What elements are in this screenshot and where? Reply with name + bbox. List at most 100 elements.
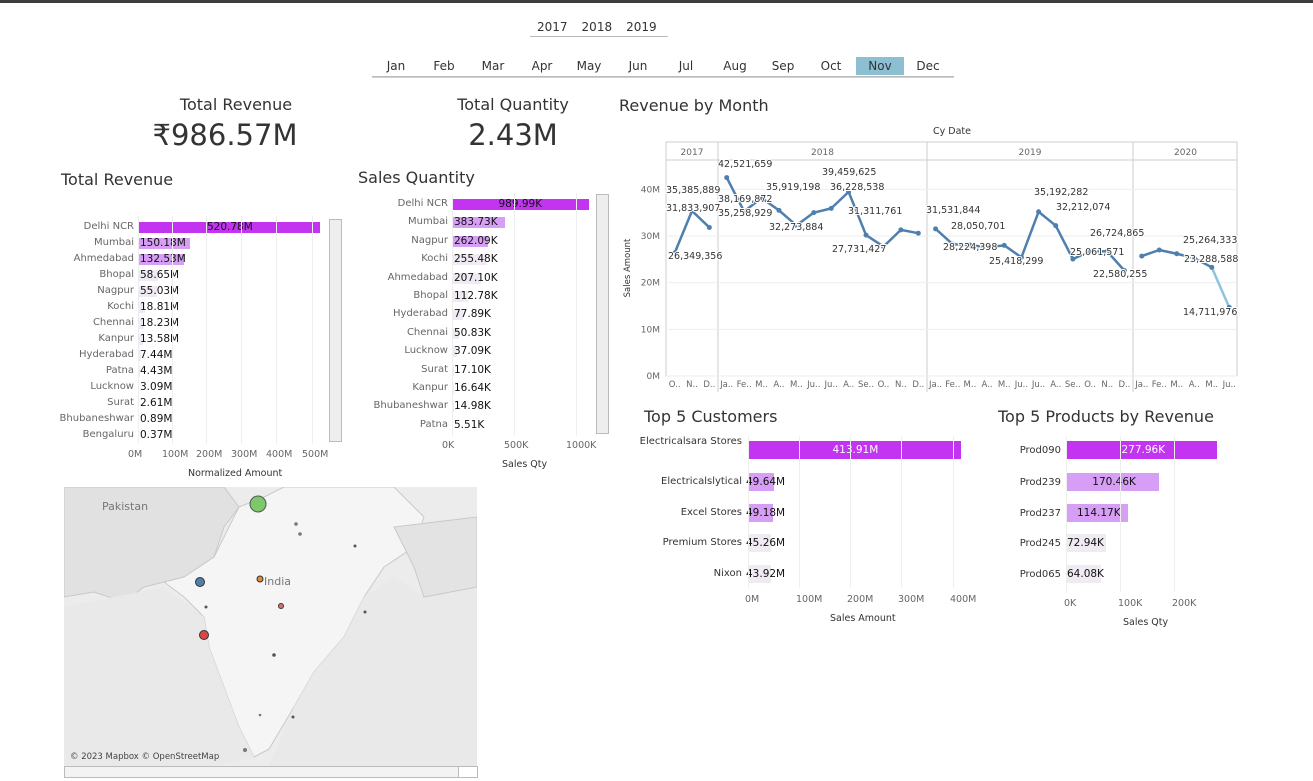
month-tick-label: Ju.. bbox=[1031, 380, 1045, 390]
month-tick-label: Fe.. bbox=[945, 380, 960, 390]
month-tick-label: N.. bbox=[686, 380, 698, 390]
year-filter[interactable]: 2017 2018 2019 bbox=[530, 19, 668, 37]
gridline bbox=[206, 216, 207, 444]
month-option[interactable]: Nov bbox=[856, 57, 904, 75]
gridline bbox=[576, 193, 577, 437]
month-option[interactable]: Sep bbox=[759, 57, 807, 75]
data-value-label: 28,050,701 bbox=[951, 221, 1005, 232]
data-value-label: 35,385,889 bbox=[666, 185, 720, 196]
axis-tick-label: 100K bbox=[1118, 598, 1143, 609]
month-tick-label: Ju.. bbox=[824, 380, 838, 390]
data-value-label: 22,580,255 bbox=[1093, 269, 1147, 280]
series-line-segment bbox=[1158, 248, 1178, 255]
bar-category-label: Hyderabad bbox=[79, 349, 134, 360]
map-marker-lucknow[interactable] bbox=[294, 522, 298, 526]
data-value-label: 31,531,844 bbox=[926, 205, 980, 216]
gridline bbox=[138, 216, 139, 444]
month-tick-label: Se.. bbox=[858, 380, 874, 390]
map-marker-chennai[interactable] bbox=[291, 715, 295, 719]
bar-value-label: 112.78K bbox=[454, 290, 498, 302]
bar-category-label: Delhi NCR bbox=[397, 198, 448, 209]
bar-value-label: 17.10K bbox=[454, 363, 491, 376]
map-marker-surat[interactable] bbox=[204, 605, 208, 609]
map-marker-ahmedabad[interactable] bbox=[195, 577, 205, 587]
map-marker-bengaluru[interactable] bbox=[258, 713, 262, 717]
gridline bbox=[1066, 436, 1067, 592]
revenue-by-month-title: Revenue by Month bbox=[619, 96, 769, 115]
year-option[interactable]: 2019 bbox=[619, 19, 664, 36]
axis-tick-label: 400M bbox=[266, 449, 293, 460]
data-point bbox=[1036, 209, 1042, 215]
bar-category-label: Ahmedabad bbox=[387, 271, 448, 283]
month-option[interactable]: Jun bbox=[614, 57, 662, 75]
bar-category-label: Bengaluru bbox=[82, 429, 134, 440]
customer-label: Excel Stores bbox=[680, 507, 742, 518]
kpi-total-revenue-title: Total Revenue bbox=[179, 95, 293, 114]
data-point bbox=[811, 210, 817, 216]
data-value-label: 35,192,282 bbox=[1034, 187, 1088, 198]
map-marker-patna[interactable] bbox=[353, 544, 357, 548]
series-line-segment bbox=[1140, 248, 1161, 258]
map-marker-delhi[interactable] bbox=[249, 495, 267, 513]
gridline bbox=[452, 193, 453, 437]
data-value-label: 31,833,907 bbox=[666, 203, 720, 214]
month-option[interactable]: Jul bbox=[662, 57, 710, 75]
bar-value-label: 262.09K bbox=[454, 234, 498, 247]
data-point bbox=[776, 207, 782, 213]
map-marker-hyderabad[interactable] bbox=[272, 653, 276, 657]
bar-value-label: 520.78M bbox=[207, 221, 253, 233]
product-value: 170.46K bbox=[1092, 476, 1136, 488]
month-tick-label: M.. bbox=[790, 380, 803, 390]
month-option[interactable]: May bbox=[565, 57, 613, 75]
month-tick-label: O.. bbox=[1084, 380, 1096, 390]
bar-value-label: 14.98K bbox=[454, 400, 491, 413]
year-option[interactable]: 2018 bbox=[575, 19, 620, 36]
map-label-india: India bbox=[264, 575, 291, 588]
month-option[interactable]: Dec bbox=[904, 57, 952, 75]
bar-category-label: Bhopal bbox=[99, 269, 134, 280]
month-tick-label: D.. bbox=[912, 380, 924, 390]
axis-tick-label: 300M bbox=[231, 449, 258, 460]
gridline bbox=[276, 216, 277, 444]
map-scrollbar[interactable] bbox=[64, 766, 478, 778]
axis-tick-label: 400M bbox=[950, 594, 977, 605]
top-border bbox=[0, 0, 1313, 3]
data-point bbox=[898, 227, 904, 233]
map-marker-bhubaneshwar[interactable] bbox=[363, 610, 367, 614]
month-option[interactable]: Aug bbox=[711, 57, 759, 75]
city-map[interactable]: Pakistan India © 2023 Mapbox © OpenStree… bbox=[64, 487, 477, 766]
map-marker-mumbai[interactable] bbox=[199, 630, 209, 640]
map-marker-nagpur[interactable] bbox=[278, 603, 284, 609]
bar-category-label: Surat bbox=[421, 363, 448, 375]
bar-category-label: Kochi bbox=[421, 253, 448, 265]
bar-category-label: Bhubaneshwar bbox=[373, 400, 448, 412]
data-point bbox=[706, 224, 712, 230]
axis-title: Sales Qty bbox=[502, 459, 548, 470]
month-option[interactable]: Apr bbox=[518, 57, 566, 75]
month-filter[interactable]: Jan Feb Mar Apr May Jun Jul Aug Sep Oct Nov Dec bbox=[372, 57, 954, 77]
month-tick-label: M.. bbox=[1170, 380, 1183, 390]
data-point bbox=[1053, 223, 1059, 229]
data-value-label: 35,919,198 bbox=[766, 182, 820, 193]
month-option[interactable]: Mar bbox=[469, 57, 517, 75]
map-scrollbar-thumb[interactable] bbox=[458, 767, 477, 777]
sales-quantity-scrollbar[interactable] bbox=[596, 194, 609, 434]
product-label: Prod065 bbox=[1019, 569, 1061, 580]
map-marker-kanpur[interactable] bbox=[298, 532, 302, 536]
data-point bbox=[863, 232, 869, 238]
year-option[interactable]: 2017 bbox=[530, 19, 575, 36]
bar-value-label: 0.89M bbox=[140, 413, 173, 425]
data-value-label: 32,212,074 bbox=[1056, 202, 1110, 213]
bar-category-label: Patna bbox=[105, 365, 134, 376]
map-marker-kochi[interactable] bbox=[243, 748, 247, 752]
month-option[interactable]: Feb bbox=[420, 57, 468, 75]
month-tick-label: A.. bbox=[843, 380, 854, 390]
month-tick-label: M.. bbox=[998, 380, 1011, 390]
month-option[interactable]: Oct bbox=[807, 57, 855, 75]
map-marker-bhopal[interactable] bbox=[256, 575, 264, 583]
product-value: 64.08K bbox=[1067, 568, 1104, 580]
y-tick-label: 0M bbox=[647, 372, 661, 382]
month-option[interactable]: Jan bbox=[372, 57, 420, 75]
y-axis-title: Sales Amount bbox=[623, 238, 633, 297]
bar-category-label: Bhubaneshwar bbox=[59, 413, 134, 424]
